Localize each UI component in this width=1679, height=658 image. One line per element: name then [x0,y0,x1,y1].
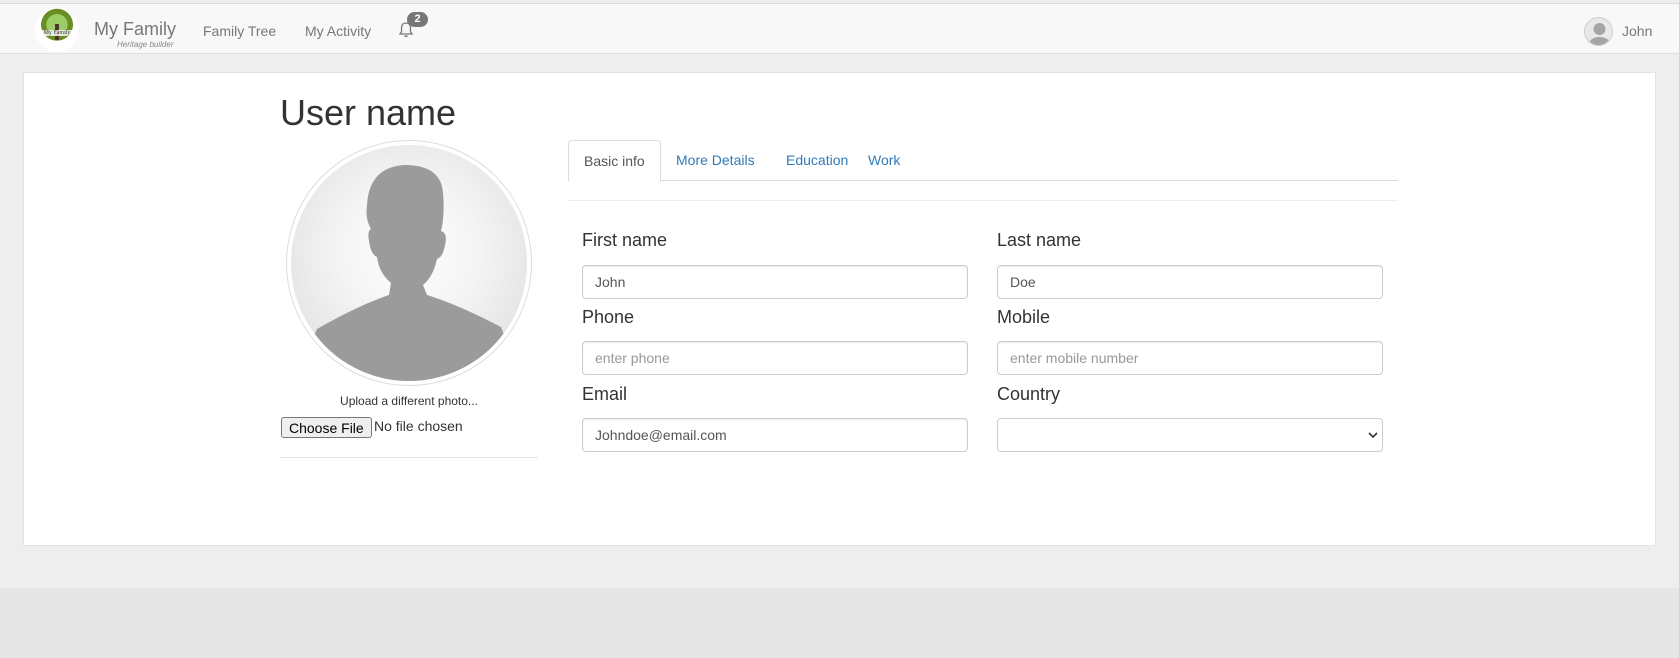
email-field[interactable] [582,418,968,452]
profile-avatar [286,140,532,386]
email-label: Email [582,384,628,404]
tab-work[interactable]: Work [853,140,915,181]
user-silhouette-icon [307,165,511,381]
first-name-field[interactable] [582,265,968,299]
last-name-field[interactable] [997,265,1383,299]
tab-education[interactable]: Education [771,140,863,181]
nav-user-name[interactable]: John [1622,23,1652,39]
tab-more-details[interactable]: More Details [661,140,770,181]
top-navbar: My Family My Family Heritage builder Fam… [0,3,1679,54]
user-silhouette-icon [1588,23,1611,45]
notification-badge: 2 [407,12,428,27]
file-status-text: No file chosen [374,418,463,434]
chevron-down-icon [1368,432,1378,439]
profile-tabs: Basic info More Details Education Work [568,140,1398,182]
divider [568,200,1398,201]
family-tree-logo[interactable]: My Family [35,8,79,52]
first-name-label: First name [582,230,668,250]
country-select[interactable] [997,418,1383,452]
tab-basic-info[interactable]: Basic info [568,140,661,182]
mobile-label: Mobile [997,307,1051,327]
user-avatar-icon[interactable] [1584,17,1613,46]
divider [280,457,538,458]
mobile-field[interactable] [997,341,1383,375]
last-name-label: Last name [997,230,1082,250]
nav-link-my-activity[interactable]: My Activity [305,23,371,39]
brand-name[interactable]: My Family [94,19,176,40]
phone-label: Phone [582,307,635,327]
phone-field[interactable] [582,341,968,375]
brand-tagline: Heritage builder [117,40,174,49]
country-label: Country [997,384,1061,404]
nav-link-family-tree[interactable]: Family Tree [203,23,276,39]
logo-text: My Family [39,30,75,36]
upload-photo-text: Upload a different photo... [340,394,478,408]
page-title: User name [280,92,457,133]
choose-file-button[interactable]: Choose File [281,417,372,438]
